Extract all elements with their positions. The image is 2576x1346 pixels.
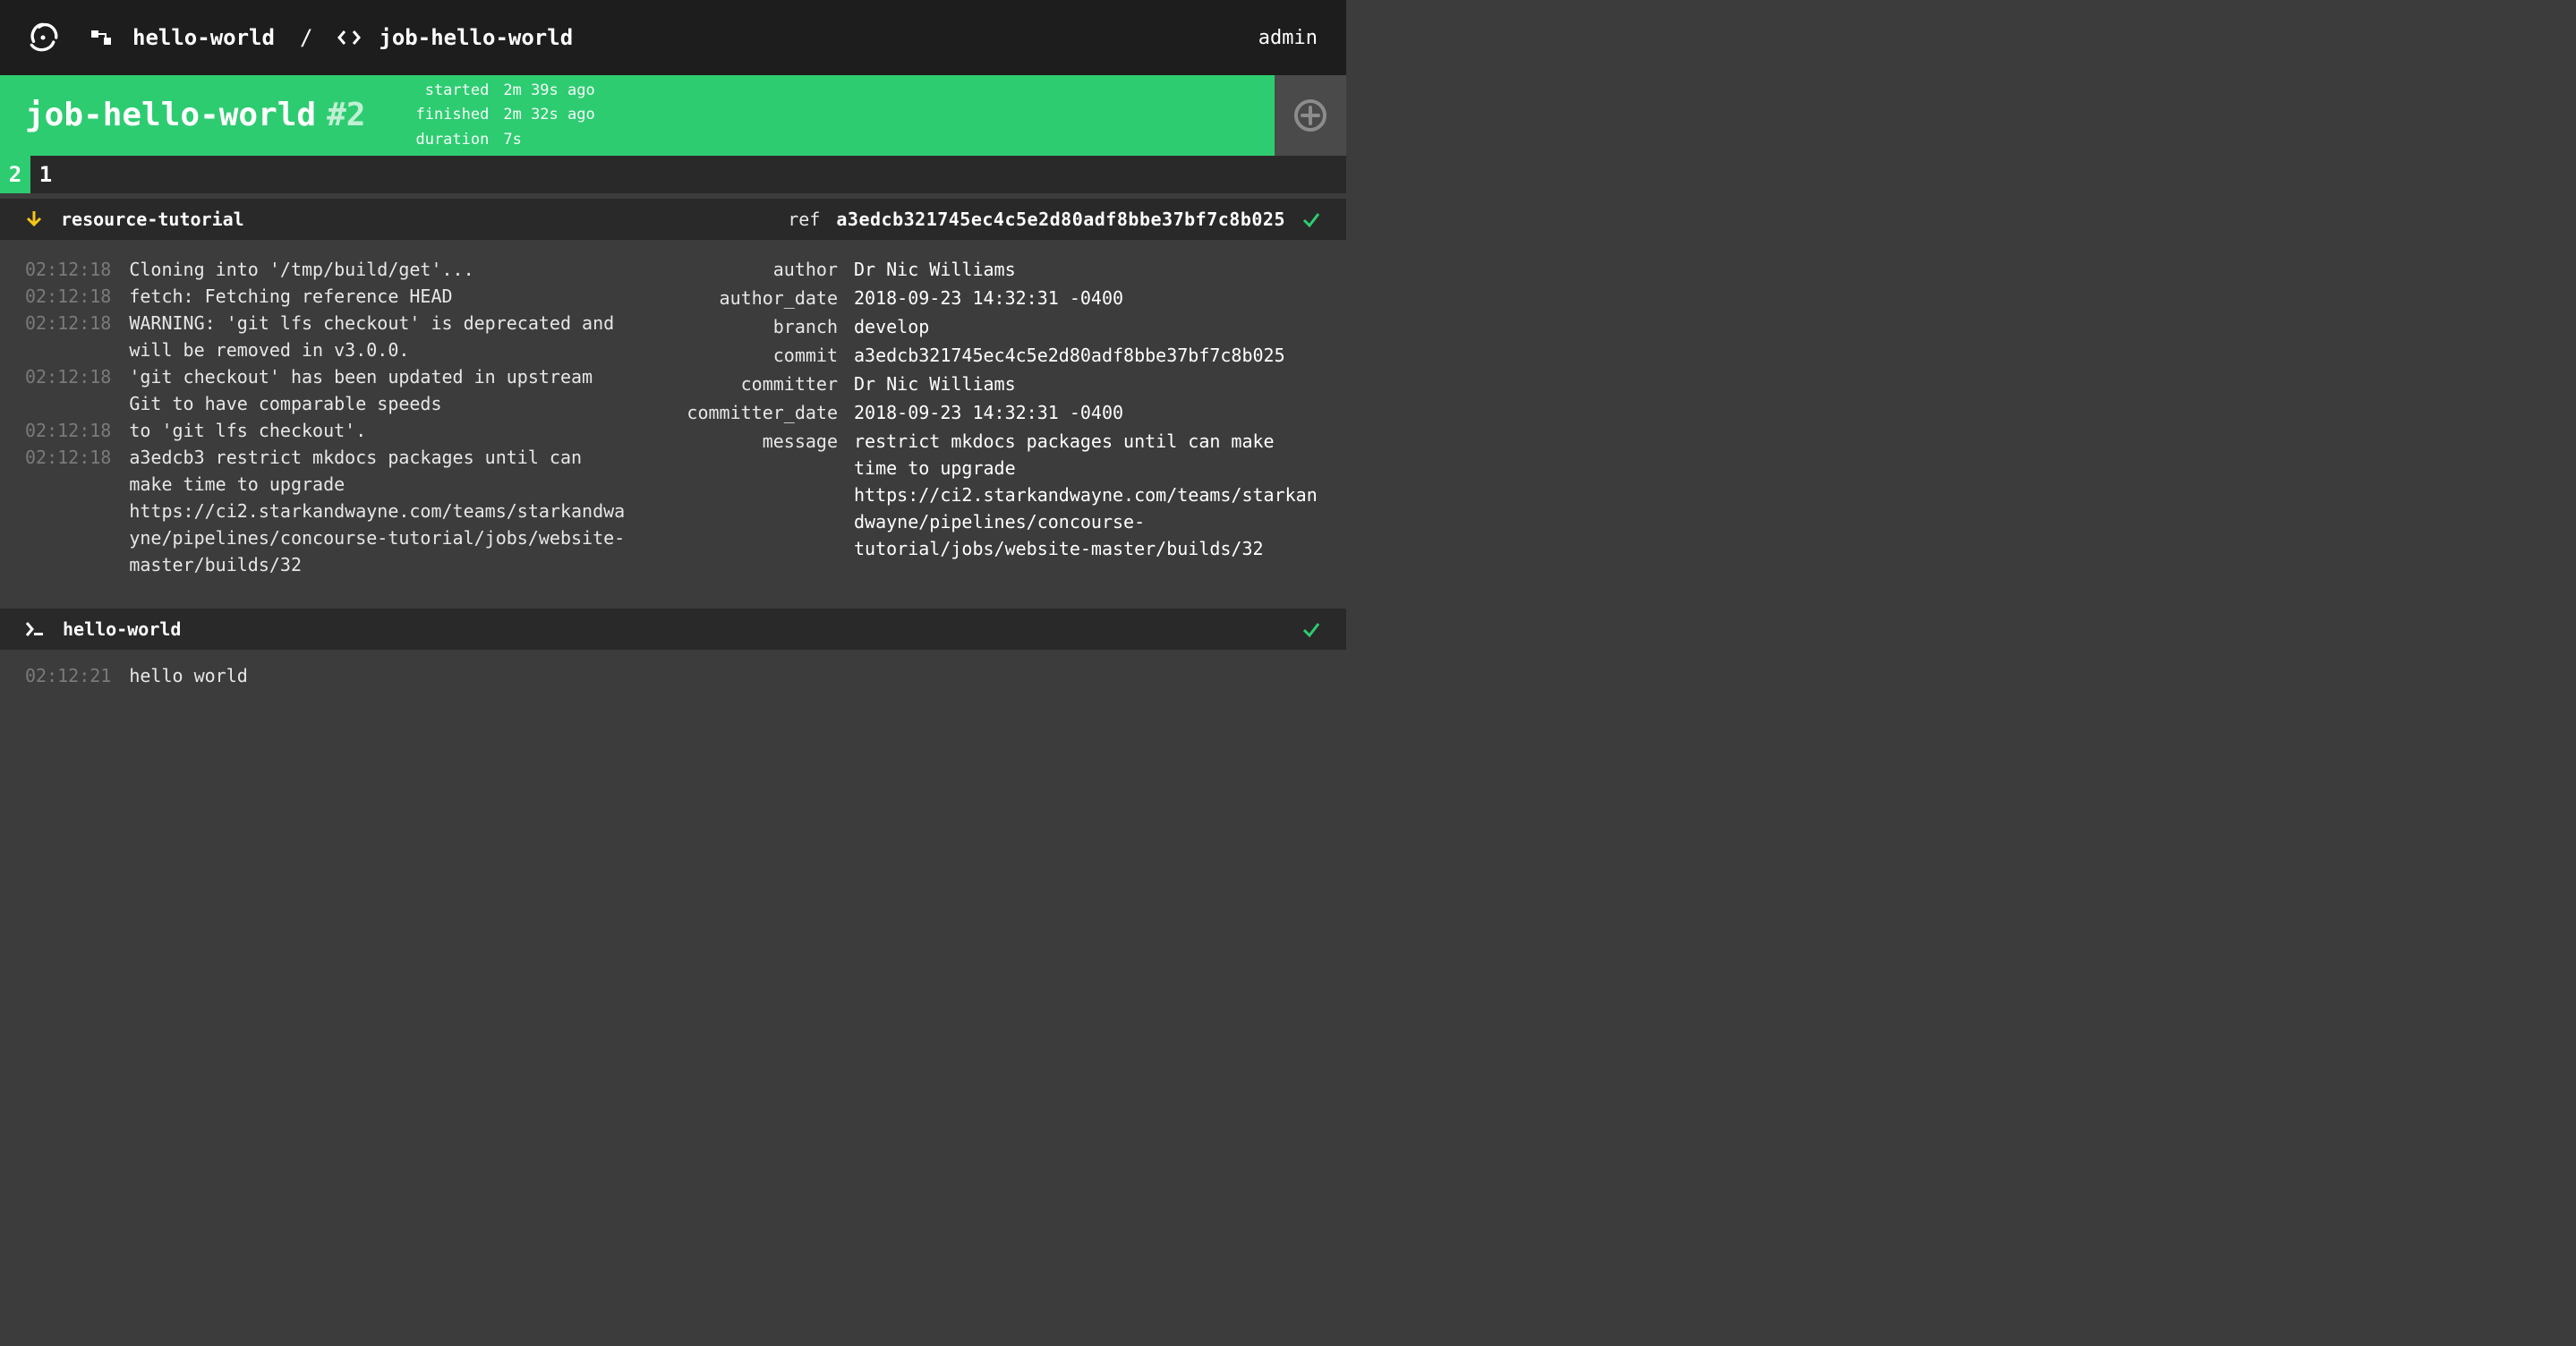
duration-value: 7s [503,129,594,152]
log-line: 02:12:18 'git checkout' has been updated … [25,363,634,417]
breadcrumb: hello-world / job-hello-world [91,21,573,54]
started-value: 2m 39s ago [503,80,594,103]
metadata-value: 2018-09-23 14:32:31 -0400 [854,399,1321,426]
log-message: Cloning into '/tmp/build/get'... [129,256,634,283]
log-message: to 'git lfs checkout'. [129,417,634,444]
log-message: hello world [129,662,1321,689]
metadata-row: committer Dr Nic Williams [659,371,1321,397]
user-menu[interactable]: admin [1251,23,1325,53]
log-line: 02:12:18 WARNING: 'git lfs checkout' is d… [25,310,634,363]
metadata-row: author Dr Nic Williams [659,256,1321,283]
check-icon [1301,619,1321,639]
log-timestamp: 02:12:18 [25,256,111,283]
log-timestamp: 02:12:21 [25,662,111,689]
log-message: fetch: Fetching reference HEAD [129,283,634,310]
get-step-log: 02:12:18 Cloning into '/tmp/build/get'...… [25,256,634,578]
job-icon [337,29,361,47]
breadcrumb-separator: / [300,21,312,54]
task-step-header[interactable]: hello-world [0,609,1346,650]
build-tab-1[interactable]: 1 [30,156,61,193]
breadcrumb-pipeline[interactable]: hello-world [91,21,275,54]
metadata-key: author_date [659,285,838,311]
metadata-value: restrict mkdocs packages until can make … [854,428,1321,562]
trigger-build-button[interactable] [1275,75,1346,156]
build-tabs: 2 1 [0,156,1346,193]
metadata-value: 2018-09-23 14:32:31 -0400 [854,285,1321,311]
duration-label: duration [415,129,489,152]
metadata-key: branch [659,313,838,340]
build-header: job-hello-world #2 started 2m 39s ago fi… [0,75,1346,156]
task-step-log: 02:12:21 hello world [25,662,1321,689]
build-timing: started 2m 39s ago finished 2m 32s ago d… [415,80,594,152]
build-number: #2 [327,91,365,140]
log-message: a3edcb3 restrict mkdocs packages until c… [129,444,634,578]
page-title: job-hello-world #2 [25,91,365,140]
pipeline-name: hello-world [132,21,275,54]
metadata-row: committer_date 2018-09-23 14:32:31 -0400 [659,399,1321,426]
download-icon [25,209,43,229]
build-job-name: job-hello-world [25,91,316,140]
build-tab-2[interactable]: 2 [0,156,30,193]
metadata-row: branch develop [659,313,1321,340]
log-timestamp: 02:12:18 [25,363,111,417]
log-line: 02:12:21 hello world [25,662,1321,689]
log-line: 02:12:18 to 'git lfs checkout'. [25,417,634,444]
log-timestamp: 02:12:18 [25,417,111,444]
job-name: job-hello-world [379,21,573,54]
check-icon [1301,209,1321,229]
log-line: 02:12:18a3edcb3 restrict mkdocs packages… [25,444,634,578]
metadata-value: develop [854,313,1321,340]
metadata-row: author_date 2018-09-23 14:32:31 -0400 [659,285,1321,311]
log-message: 'git checkout' has been updated in upstr… [129,363,634,417]
metadata-key: committer [659,371,838,397]
started-label: started [415,80,489,103]
metadata-value: Dr Nic Williams [854,371,1321,397]
log-line: 02:12:18 fetch: Fetching reference HEAD [25,283,634,310]
ref-value: a3edcb321745ec4c5e2d80adf8bbe37bf7c8b025 [836,206,1285,233]
metadata-row: commit a3edcb321745ec4c5e2d80adf8bbe37bf7… [659,342,1321,369]
metadata-value: a3edcb321745ec4c5e2d80adf8bbe37bf7c8b025 [854,342,1321,369]
metadata-row: message restrict mkdocs packages until ca… [659,428,1321,562]
get-step-header[interactable]: resource-tutorial ref a3edcb321745ec4c5e… [0,199,1346,240]
pipeline-icon [91,29,115,47]
ref-label: ref [788,206,820,233]
log-timestamp: 02:12:18 [25,444,111,578]
metadata-key: author [659,256,838,283]
get-step-body: 02:12:18 Cloning into '/tmp/build/get'...… [0,240,1346,603]
get-step-name: resource-tutorial [61,206,244,233]
metadata-key: committer_date [659,399,838,426]
top-bar: hello-world / job-hello-world admin [0,0,1346,75]
terminal-icon [25,621,45,637]
metadata-value: Dr Nic Williams [854,256,1321,283]
metadata-key: commit [659,342,838,369]
finished-label: finished [415,104,489,127]
concourse-logo[interactable] [14,19,72,56]
breadcrumb-job[interactable]: job-hello-world [337,21,573,54]
log-line: 02:12:18 Cloning into '/tmp/build/get'... [25,256,634,283]
log-message: WARNING: 'git lfs checkout' is deprecate… [129,310,634,363]
metadata-key: message [659,428,838,455]
plus-circle-icon [1292,98,1328,133]
log-timestamp: 02:12:18 [25,283,111,310]
log-timestamp: 02:12:18 [25,310,111,363]
task-step-name: hello-world [63,616,181,643]
get-step-metadata: author Dr Nic Williams author_date 2018-09-… [659,256,1321,578]
task-step-body: 02:12:21 hello world [0,650,1346,707]
finished-value: 2m 32s ago [503,104,594,127]
